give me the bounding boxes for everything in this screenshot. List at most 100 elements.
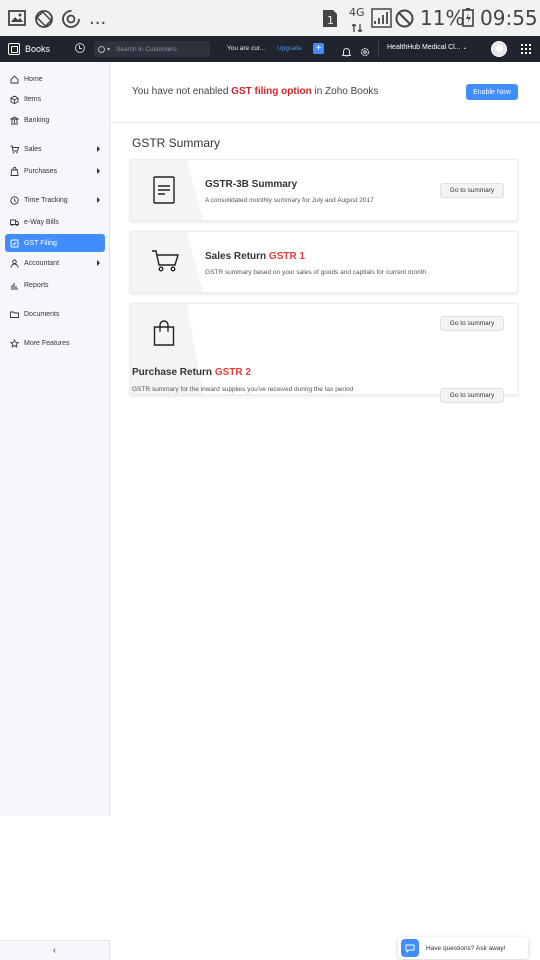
- trial-notice: You are cur...: [227, 45, 266, 52]
- gstr-1-card: Sales Return GSTR 1 GSTR summary based o…: [130, 231, 518, 293]
- notification-bell-icon[interactable]: [341, 44, 352, 62]
- go-to-summary-button[interactable]: Go to summary: [440, 388, 504, 403]
- sidebar-item-reports[interactable]: Reports: [5, 276, 105, 294]
- sidebar-item-label: More Features: [24, 339, 70, 347]
- card-title-text: Purchase Return: [132, 367, 215, 378]
- expand-arrow-icon[interactable]: [97, 146, 100, 152]
- page-title: GSTR Summary: [132, 136, 221, 150]
- chat-bubble-icon: [401, 939, 419, 957]
- gstr-3b-card: GSTR-3B Summary A consolidated monthly s…: [130, 159, 518, 221]
- sidebar-item-label: e-Way Bills: [24, 218, 59, 226]
- clock-icon: [10, 195, 19, 205]
- avatar[interactable]: [491, 41, 507, 57]
- more-indicator: ...: [89, 8, 107, 29]
- gst-disabled-banner: You have not enabled GST filing option i…: [110, 62, 540, 123]
- sidebar-item-label: Reports: [24, 281, 49, 289]
- banner-text-pre: You have not enabled: [132, 86, 232, 97]
- items-icon: [10, 94, 19, 104]
- status-bar: ... 1 4G 11% 09:55: [0, 0, 540, 36]
- sidebar-item-gst-filing[interactable]: GST Filing: [5, 234, 105, 252]
- settings-gear-icon[interactable]: [360, 44, 370, 62]
- organization-switcher[interactable]: HealthHub Medical Cl... ⌄: [387, 44, 468, 51]
- folder-icon: [10, 310, 19, 319]
- shopping-bag-icon: [153, 320, 175, 351]
- sidebar-item-accountant[interactable]: Accountant: [5, 254, 105, 272]
- sidebar-item-sales[interactable]: Sales: [5, 140, 105, 158]
- sidebar-item-purchases[interactable]: Purchases: [5, 162, 105, 180]
- go-to-summary-button[interactable]: Go to summary: [440, 316, 504, 331]
- no-rotation-icon: [34, 9, 54, 34]
- card-title-text: GSTR-3B Summary: [205, 179, 298, 190]
- app-grid-icon[interactable]: [521, 44, 531, 54]
- sidebar: Home Items Banking Sales Purchases Time …: [0, 62, 110, 816]
- svg-text:1: 1: [327, 14, 334, 27]
- search-bar[interactable]: ▾: [94, 41, 210, 57]
- do-not-disturb-icon: [395, 9, 414, 33]
- banner-text-post: in Zoho Books: [311, 86, 379, 97]
- battery-icon: [462, 8, 474, 32]
- chevron-down-icon[interactable]: ▾: [107, 46, 110, 53]
- sidebar-item-label: Accountant: [24, 259, 60, 267]
- chevron-down-icon: ⌄: [462, 45, 468, 51]
- help-chat-widget[interactable]: Have questions? Ask away!: [398, 937, 528, 959]
- app-name: Books: [25, 44, 51, 54]
- person-icon: [10, 259, 19, 268]
- card-title-text: Sales Return: [205, 251, 269, 262]
- bag-icon: [10, 166, 19, 176]
- chevron-left-icon: ‹: [52, 945, 57, 956]
- gallery-icon: [8, 10, 26, 31]
- sidebar-item-label: GST Filing: [24, 239, 57, 247]
- sidebar-item-label: Purchases: [24, 167, 58, 175]
- quick-create-button[interactable]: +: [313, 43, 324, 54]
- sidebar-item-label: Items: [24, 95, 42, 103]
- star-icon: [10, 338, 19, 348]
- card-title: GSTR-3B Summary: [205, 179, 297, 190]
- card-title: Purchase Return GSTR 2: [132, 367, 251, 378]
- banner-highlight: GST filing option: [231, 86, 312, 97]
- expand-arrow-icon[interactable]: [97, 260, 100, 266]
- sidebar-item-more-features[interactable]: More Features: [5, 334, 105, 352]
- recent-history-icon[interactable]: [75, 43, 85, 53]
- sidebar-item-label: Time Tracking: [24, 196, 68, 204]
- data-arrows-icon: [351, 19, 363, 37]
- sidebar-item-label: Sales: [24, 145, 42, 153]
- divider: [378, 41, 379, 57]
- sidebar-item-banking[interactable]: Banking: [5, 111, 105, 129]
- sidebar-item-time-tracking[interactable]: Time Tracking: [5, 191, 105, 209]
- battery-percent: 11%: [420, 6, 465, 30]
- sidebar-item-home[interactable]: Home: [5, 70, 105, 88]
- card-description: GSTR summary for the inward supplies you…: [132, 386, 354, 393]
- bank-icon: [10, 115, 19, 125]
- sync-icon: [61, 9, 81, 34]
- truck-icon: [10, 218, 19, 227]
- top-navigation: Books ▾ You are cur... Upgrade + HealthH…: [0, 36, 540, 62]
- books-logo-icon: [8, 43, 20, 55]
- search-icon[interactable]: [98, 45, 105, 53]
- clock: 09:55: [480, 6, 538, 30]
- gstr-2-card: Go to summary Purchase Return GSTR 2 GST…: [130, 303, 518, 395]
- expand-arrow-icon[interactable]: [97, 168, 100, 174]
- upgrade-link[interactable]: Upgrade: [277, 45, 302, 52]
- card-description: A consolidated monthly summary for July …: [205, 197, 374, 204]
- document-icon: [153, 176, 175, 209]
- organization-name: HealthHub Medical Cl...: [387, 44, 461, 51]
- card-description: GSTR summary based on your sales of good…: [205, 269, 427, 276]
- sidebar-item-eway-bills[interactable]: e-Way Bills: [5, 213, 105, 231]
- sidebar-item-label: Documents: [24, 310, 60, 318]
- cart-icon: [151, 249, 179, 278]
- collapse-sidebar-button[interactable]: ‹: [0, 940, 110, 960]
- cart-icon: [10, 145, 19, 154]
- go-to-summary-button[interactable]: Go to summary: [440, 183, 504, 198]
- signal-icon: [371, 8, 392, 33]
- search-input[interactable]: [116, 45, 207, 53]
- gst-icon: [10, 239, 19, 248]
- chat-label: Have questions? Ask away!: [426, 944, 506, 952]
- sidebar-item-items[interactable]: Items: [5, 90, 105, 108]
- app-brand[interactable]: Books: [8, 41, 50, 57]
- expand-arrow-icon[interactable]: [97, 197, 100, 203]
- card-title: Sales Return GSTR 1: [205, 251, 305, 262]
- sidebar-item-label: Banking: [24, 116, 50, 124]
- sidebar-item-documents[interactable]: Documents: [5, 305, 105, 323]
- banner-message: You have not enabled GST filing option i…: [132, 86, 378, 97]
- enable-now-button[interactable]: Enable Now: [466, 84, 518, 100]
